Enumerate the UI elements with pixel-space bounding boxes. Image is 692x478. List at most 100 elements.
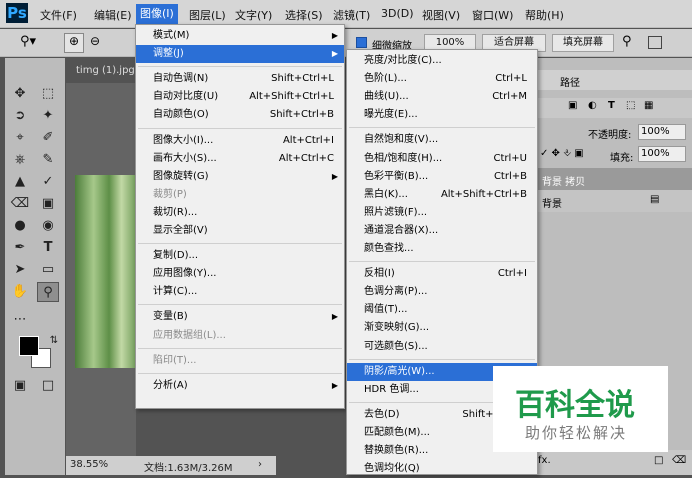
hand-tool-icon[interactable]: ✋	[9, 282, 31, 302]
menu-item-label: 去色(D)	[364, 408, 400, 420]
type-tool-icon[interactable]: T	[37, 238, 59, 258]
menu-item[interactable]: 图像大小(I)... Alt+Ctrl+I	[136, 132, 344, 150]
menu-item[interactable]: 应用图像(Y)...	[136, 265, 344, 283]
workspace-icon[interactable]	[648, 36, 662, 49]
swap-colors-icon[interactable]: ⇅	[43, 331, 65, 351]
gradient-tool-icon[interactable]: ▣	[37, 194, 59, 214]
menu-item[interactable]: 自动对比度(U) Alt+Shift+Ctrl+L	[136, 88, 344, 106]
zoom-tool-active-icon[interactable]: ⚲	[37, 282, 59, 302]
pen-tool-icon[interactable]: ✒	[9, 238, 31, 258]
filter-adjust-icon[interactable]: ◐	[588, 100, 597, 111]
foreground-color-swatch[interactable]	[19, 336, 39, 356]
stamp-tool-icon[interactable]: ▲	[9, 172, 31, 192]
quick-select-tool-icon[interactable]: ✦	[37, 106, 59, 126]
menu-item-label: 调整(J)	[153, 48, 184, 60]
crop-tool-icon[interactable]: ⌖	[9, 128, 31, 148]
zoom-level[interactable]: 38.55%	[70, 459, 108, 470]
filter-smart-icon[interactable]: ▦	[644, 100, 653, 111]
fine-zoom-checkbox[interactable]	[356, 37, 367, 48]
menu-item[interactable]: 分析(A) ▶	[136, 377, 344, 395]
menu-item[interactable]: 色调分离(P)...	[347, 283, 537, 301]
path-select-tool-icon[interactable]: ➤	[9, 260, 31, 280]
more-tools-icon[interactable]: ⋯	[9, 310, 31, 330]
menu-item[interactable]: 图像旋转(G) ▶	[136, 168, 344, 186]
menu-item[interactable]: 色阶(L)... Ctrl+L	[347, 70, 537, 88]
menu-separator	[138, 243, 342, 245]
new-layer-icon[interactable]: □	[654, 455, 663, 466]
menu-item[interactable]: 复制(D)...	[136, 247, 344, 265]
menu-10[interactable]: 帮助(H)	[525, 7, 564, 23]
menu-item[interactable]: 曲线(U)... Ctrl+M	[347, 88, 537, 106]
menu-item[interactable]: 亮度/对比度(C)...	[347, 52, 537, 70]
menu-item[interactable]: 色相/饱和度(H)... Ctrl+U	[347, 150, 537, 168]
filter-image-icon[interactable]: ▣	[568, 100, 577, 111]
menu-separator	[138, 304, 342, 306]
filter-shape-icon[interactable]: ⬚	[626, 100, 635, 111]
menu-separator	[138, 127, 342, 129]
menu-item[interactable]: 计算(C)...	[136, 283, 344, 301]
healing-tool-icon[interactable]: ⎈	[9, 150, 31, 170]
menu-item[interactable]: 反相(I) Ctrl+I	[347, 265, 537, 283]
menu-8[interactable]: 视图(V)	[422, 7, 460, 23]
menu-item[interactable]: 画布大小(S)... Alt+Ctrl+C	[136, 150, 344, 168]
history-brush-tool-icon[interactable]: ✓	[37, 172, 59, 192]
menu-item[interactable]: 模式(M) ▶	[136, 27, 344, 45]
zoom-tool-icon[interactable]: ⚲▾	[20, 34, 36, 49]
menu-7[interactable]: 3D(D)	[381, 7, 414, 20]
menu-item[interactable]: 曝光度(E)...	[347, 106, 537, 124]
marquee-tool-icon[interactable]: ⬚	[37, 84, 59, 104]
menu-item[interactable]: 颜色查找...	[347, 240, 537, 258]
menu-5[interactable]: 选择(S)	[285, 7, 323, 23]
menu-item[interactable]: 色调均化(Q)	[347, 460, 537, 478]
menu-item[interactable]: 可选颜色(S)...	[347, 338, 537, 356]
lock-icons[interactable]: ✓ ✥ ⎀ ▣	[540, 148, 584, 159]
menu-6[interactable]: 滤镜(T)	[333, 7, 370, 23]
filter-type-icon[interactable]: T	[608, 100, 615, 111]
menu-item[interactable]: 变量(B) ▶	[136, 308, 344, 326]
menu-2[interactable]: 图像(I)	[136, 4, 178, 24]
fill-field[interactable]: 100%	[638, 146, 686, 162]
opacity-field[interactable]: 100%	[638, 124, 686, 140]
zoom-out-icon[interactable]: ⊖	[90, 34, 100, 48]
quick-mask-icon[interactable]: ▣	[9, 376, 31, 396]
shape-tool-icon[interactable]: ▭	[37, 260, 59, 280]
submenu-arrow-icon: ▶	[331, 171, 338, 181]
screen-mode-icon[interactable]: □	[37, 376, 59, 396]
fx-icon[interactable]: fx.	[538, 455, 551, 466]
trash-icon[interactable]: ⌫	[672, 455, 686, 466]
zoom-in-icon[interactable]: ⊕	[64, 33, 84, 53]
layer-row-background[interactable]: 背景 ▤	[536, 190, 692, 212]
move-tool-icon[interactable]: ✥	[9, 84, 31, 104]
menu-item[interactable]: 渐变映射(G)...	[347, 319, 537, 337]
blur-tool-icon[interactable]: ●	[9, 216, 31, 236]
menu-item[interactable]: 调整(J) ▶	[136, 45, 344, 64]
menu-item[interactable]: 自动色调(N) Shift+Ctrl+L	[136, 70, 344, 88]
eraser-tool-icon[interactable]: ⌫	[9, 194, 31, 214]
menu-item[interactable]: 自动颜色(O) Shift+Ctrl+B	[136, 106, 344, 124]
menu-0[interactable]: 文件(F)	[40, 7, 77, 23]
menu-item[interactable]: 色彩平衡(B)... Ctrl+B	[347, 168, 537, 186]
menu-item[interactable]: 照片滤镜(F)...	[347, 204, 537, 222]
menu-item-label: 应用图像(Y)...	[153, 268, 217, 280]
fill-screen-button[interactable]: 填充屏幕	[552, 34, 614, 52]
menu-item[interactable]: 裁切(R)...	[136, 204, 344, 222]
menu-item[interactable]: 黑白(K)... Alt+Shift+Ctrl+B	[347, 186, 537, 204]
tab-paths[interactable]: 路径	[560, 74, 580, 89]
menu-9[interactable]: 窗口(W)	[472, 7, 513, 23]
menu-1[interactable]: 编辑(E)	[94, 7, 132, 23]
menu-item[interactable]: 自然饱和度(V)...	[347, 131, 537, 149]
search-icon[interactable]: ⚲	[622, 34, 632, 49]
menu-4[interactable]: 文字(Y)	[235, 7, 272, 23]
menu-item[interactable]: 显示全部(V)	[136, 222, 344, 240]
lasso-tool-icon[interactable]: ➲	[9, 106, 31, 126]
eyedropper-tool-icon[interactable]: ✐	[37, 128, 59, 148]
menu-3[interactable]: 图层(L)	[189, 7, 226, 23]
menu-item-label: 照片滤镜(F)...	[364, 206, 428, 218]
status-arrow-icon[interactable]: ›	[258, 459, 262, 470]
menu-item[interactable]: 阈值(T)...	[347, 301, 537, 319]
dodge-tool-icon[interactable]: ◉	[37, 216, 59, 236]
brush-tool-icon[interactable]: ✎	[37, 150, 59, 170]
document-tab[interactable]: timg (1).jpg	[68, 60, 138, 82]
menu-item[interactable]: 通道混合器(X)...	[347, 222, 537, 240]
layer-row-background-copy[interactable]: 背景 拷贝	[536, 168, 692, 190]
